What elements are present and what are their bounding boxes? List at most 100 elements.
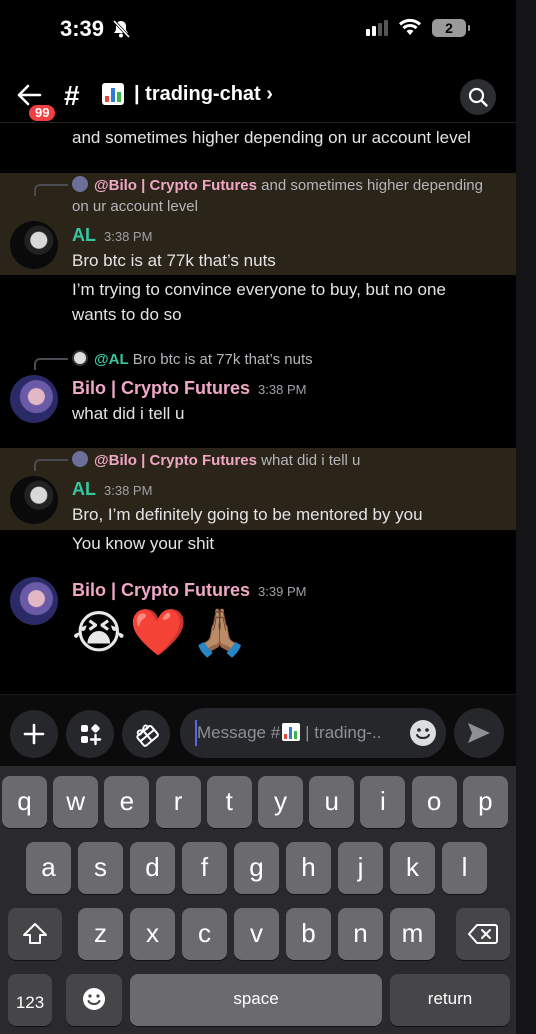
search-button[interactable] — [460, 79, 496, 115]
key-f[interactable]: f — [182, 842, 227, 894]
message-list[interactable]: and sometimes higher depending on ur acc… — [0, 122, 516, 694]
key-v[interactable]: v — [234, 908, 279, 960]
avatar — [72, 176, 88, 192]
message-placeholder: Message # | trading-.. — [197, 723, 381, 743]
key-a[interactable]: a — [26, 842, 71, 894]
send-icon — [468, 723, 490, 743]
message-author[interactable]: AL 3:38 PM — [72, 479, 152, 500]
reply-preview[interactable]: @Bilo | Crypto Futures what did i tell u — [72, 451, 360, 469]
emoji-icon[interactable] — [410, 720, 436, 746]
reply-connector — [34, 459, 68, 471]
key-o[interactable]: o — [411, 776, 457, 828]
key-label: space — [233, 989, 279, 1008]
key-c[interactable]: c — [182, 908, 227, 960]
key-l[interactable]: l — [442, 842, 487, 894]
message-text: and sometimes higher depending on ur acc… — [72, 128, 471, 147]
chart-emoji-icon — [282, 723, 301, 741]
message-text: Bro btc is at 77k that’s nuts — [72, 251, 276, 270]
key-h[interactable]: h — [286, 842, 331, 894]
scrollbar[interactable] — [516, 0, 536, 1034]
channel-title[interactable]: | trading-chat › — [134, 83, 273, 106]
signal-icon — [366, 20, 388, 36]
key-k[interactable]: k — [390, 842, 435, 894]
return-key[interactable]: return — [390, 974, 510, 1026]
placeholder-prefix: Message # — [197, 723, 281, 742]
key-g[interactable]: g — [234, 842, 279, 894]
key-label: 123 — [15, 993, 45, 1012]
placeholder-suffix: | trading-.. — [305, 723, 382, 742]
message-text: I’m trying to convince everyone to buy, … — [72, 280, 446, 299]
key-m[interactable]: m — [390, 908, 435, 960]
chevron-right-icon: › — [266, 83, 273, 105]
message-author[interactable]: Bilo | Crypto Futures 3:39 PM — [72, 580, 306, 601]
bell-slash-icon — [112, 19, 131, 44]
key-p[interactable]: p — [462, 776, 508, 828]
reply-preview[interactable]: @Bilo | Crypto Futures and sometimes hig… — [72, 176, 483, 194]
message-text: wants to do so — [72, 305, 182, 324]
key-w[interactable]: w — [53, 776, 99, 828]
author-name: AL — [72, 225, 96, 245]
key-z[interactable]: z — [78, 908, 123, 960]
reply-connector — [34, 358, 68, 370]
key-n[interactable]: n — [338, 908, 383, 960]
message-input[interactable]: Message # | trading-.. — [180, 708, 446, 758]
message-timestamp: 3:39 PM — [258, 584, 307, 599]
shift-key[interactable] — [8, 908, 62, 960]
key-label: return — [427, 989, 473, 1008]
status-time: 3:39 — [60, 16, 105, 41]
message-author[interactable]: AL 3:38 PM — [72, 225, 152, 246]
key-s[interactable]: s — [78, 842, 123, 894]
send-button[interactable] — [454, 708, 504, 758]
key-d[interactable]: d — [130, 842, 175, 894]
wifi-icon — [398, 18, 422, 41]
reply-author: @Bilo | Crypto Futures — [94, 452, 257, 469]
key-u[interactable]: u — [309, 776, 355, 828]
on-screen-keyboard: 123 space return qwertyuiop asdfghjkl zxcv… — [0, 766, 516, 1034]
message-text: what did i tell u — [72, 404, 185, 423]
add-attachment-button[interactable] — [10, 710, 58, 758]
composer-bar: Message # | trading-.. — [0, 694, 516, 766]
emoji-message: 😭❤️🙏🏽 — [72, 606, 253, 658]
author-name: Bilo | Crypto Futures — [72, 378, 251, 398]
apps-icon — [81, 724, 102, 746]
message-timestamp: 3:38 PM — [258, 382, 307, 397]
message-text: Bro, I’m definitely going to be mentored… — [72, 505, 423, 524]
avatar[interactable] — [10, 375, 58, 423]
key-y[interactable]: y — [258, 776, 303, 828]
key-x[interactable]: x — [130, 908, 175, 960]
reply-text-continued: on ur account level — [72, 198, 198, 215]
reply-text: and sometimes higher depending — [261, 177, 483, 194]
chart-emoji-icon — [102, 83, 124, 105]
avatar — [72, 451, 88, 467]
key-b[interactable]: b — [286, 908, 331, 960]
gift-icon — [136, 724, 159, 747]
reply-preview[interactable]: @AL Bro btc is at 77k that’s nuts — [72, 350, 313, 368]
avatar[interactable] — [10, 577, 58, 625]
key-r[interactable]: r — [155, 776, 201, 828]
status-bar: 3:39 2 — [0, 0, 536, 58]
key-e[interactable]: e — [104, 776, 150, 828]
author-name: Bilo | Crypto Futures — [72, 580, 251, 600]
numbers-key[interactable]: 123 — [8, 974, 52, 1026]
key-t[interactable]: t — [206, 776, 252, 828]
unread-badge: 99 — [27, 103, 58, 123]
battery-icon: 2 — [432, 19, 470, 37]
reply-author: @Bilo | Crypto Futures — [94, 177, 257, 194]
avatar[interactable] — [10, 476, 58, 524]
gift-button[interactable] — [122, 710, 170, 758]
reply-text: Bro btc is at 77k that’s nuts — [132, 351, 313, 368]
message-timestamp: 3:38 PM — [104, 483, 153, 498]
search-icon — [468, 87, 488, 107]
plus-icon — [23, 723, 45, 745]
backspace-key[interactable] — [456, 908, 510, 960]
avatar[interactable] — [10, 221, 58, 269]
message-author[interactable]: Bilo | Crypto Futures 3:38 PM — [72, 378, 306, 399]
key-i[interactable]: i — [360, 776, 406, 828]
reply-author: @AL — [94, 351, 129, 368]
channel-hash-icon: # — [64, 80, 80, 111]
apps-button[interactable] — [66, 710, 114, 758]
key-j[interactable]: j — [338, 842, 383, 894]
space-key[interactable]: space — [130, 974, 382, 1026]
key-q[interactable]: q — [2, 776, 47, 828]
keyboard-emoji-icon[interactable] — [66, 974, 122, 1026]
